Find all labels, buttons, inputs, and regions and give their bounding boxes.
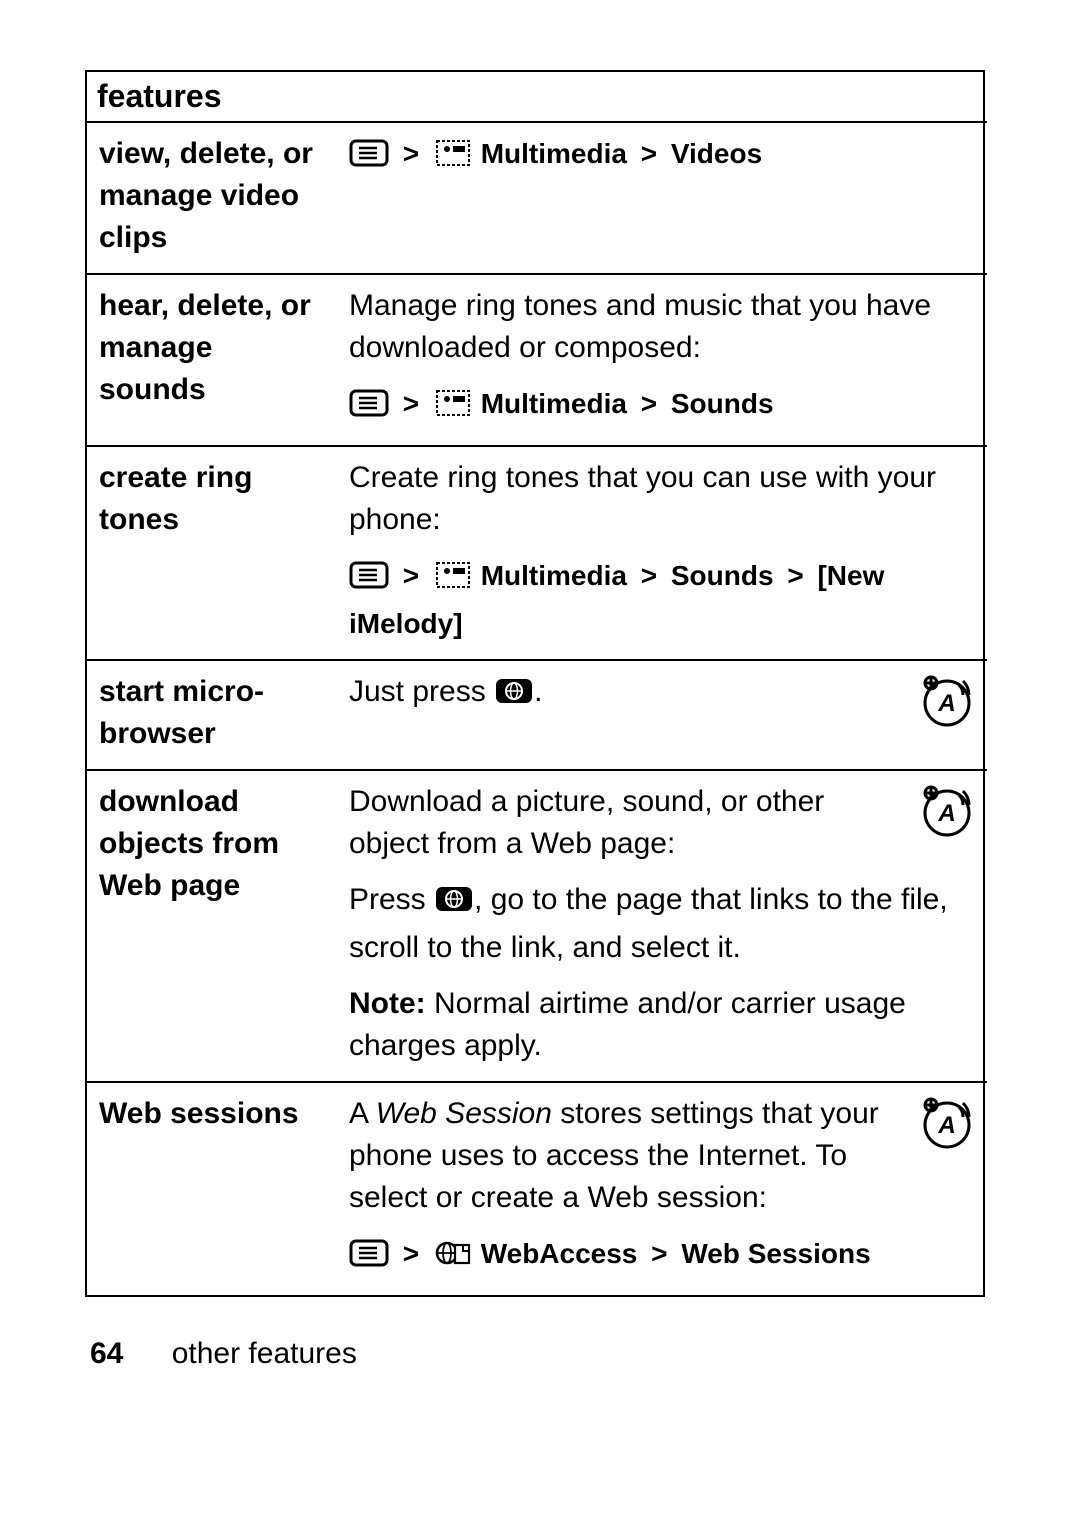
page-number: 64 xyxy=(90,1337,123,1370)
desc-text: Download a picture, sound, or other obje… xyxy=(349,781,975,865)
gt-symbol: > xyxy=(645,1238,673,1269)
feature-desc: A Just press . xyxy=(337,660,987,770)
feature-desc: Create ring tones that you can use with … xyxy=(337,446,987,660)
features-table-frame: features view, delete, or manage video c… xyxy=(85,70,985,1297)
table-row: start micro-browser A Just press . xyxy=(87,660,987,770)
nav-segment: Web Sessions xyxy=(681,1238,870,1269)
nav-segment: Sounds xyxy=(671,560,774,591)
browser-key-icon xyxy=(434,883,474,927)
gt-symbol: > xyxy=(397,560,425,591)
gt-symbol: > xyxy=(397,138,425,169)
gt-symbol: > xyxy=(397,1238,425,1269)
note-body: Normal airtime and/or carrier usage char… xyxy=(349,987,906,1062)
webaccess-icon xyxy=(433,1237,473,1281)
feature-label: download objects from Web page xyxy=(87,770,337,1082)
svg-text:A: A xyxy=(937,1112,955,1139)
feature-desc: Manage ring tones and music that you hav… xyxy=(337,274,987,446)
menu-icon xyxy=(349,387,389,431)
multimedia-icon xyxy=(433,137,473,181)
network-feature-icon: A xyxy=(919,1095,975,1163)
feature-label: hear, delete, or manage sounds xyxy=(87,274,337,446)
nav-path: > Multimedia > Sounds xyxy=(349,383,975,431)
nav-segment: Multimedia xyxy=(481,138,627,169)
table-row: create ring tones Create ring tones that… xyxy=(87,446,987,660)
table-header: features xyxy=(87,72,987,122)
desc-text: . xyxy=(534,675,542,708)
press-pre: Press xyxy=(349,883,434,916)
nav-segment: Multimedia xyxy=(481,560,627,591)
page-footer: 64 other features xyxy=(90,1337,357,1371)
nav-path: > Multimedia > Sounds > [New iMelody] xyxy=(349,555,975,645)
feature-desc: > Multimedia > Videos xyxy=(337,122,987,274)
network-feature-icon: A xyxy=(919,673,975,741)
section-title: other features xyxy=(172,1337,357,1370)
desc-pre: A xyxy=(349,1097,376,1130)
feature-label: Web sessions xyxy=(87,1082,337,1295)
page: features view, delete, or manage video c… xyxy=(0,0,1080,1521)
table-row: hear, delete, or manage sounds Manage ri… xyxy=(87,274,987,446)
multimedia-icon xyxy=(433,387,473,431)
gt-symbol: > xyxy=(635,138,663,169)
menu-icon xyxy=(349,137,389,181)
desc-text: Manage ring tones and music that you hav… xyxy=(349,285,975,369)
multimedia-icon xyxy=(433,559,473,603)
svg-text:A: A xyxy=(937,800,955,827)
nav-path: > Multimedia > Videos xyxy=(349,138,762,169)
browser-key-icon xyxy=(494,675,534,719)
press-line: Press , go to the page that links to the… xyxy=(349,879,975,969)
desc-text: Create ring tones that you can use with … xyxy=(349,457,975,541)
table-row: download objects from Web page A Downloa… xyxy=(87,770,987,1082)
nav-segment: Multimedia xyxy=(481,388,627,419)
gt-symbol: > xyxy=(635,560,663,591)
note-line: Note: Normal airtime and/or carrier usag… xyxy=(349,983,975,1067)
svg-text:A: A xyxy=(937,690,955,717)
feature-desc: A A Web Session stores settings that you… xyxy=(337,1082,987,1295)
nav-segment: WebAccess xyxy=(481,1238,638,1269)
feature-label: view, delete, or manage video clips xyxy=(87,122,337,274)
table-row: view, delete, or manage video clips > Mu… xyxy=(87,122,987,274)
gt-symbol: > xyxy=(635,388,663,419)
desc-ital: Web Session xyxy=(376,1097,552,1130)
feature-desc: A Download a picture, sound, or other ob… xyxy=(337,770,987,1082)
feature-label: create ring tones xyxy=(87,446,337,660)
nav-segment: Sounds xyxy=(671,388,774,419)
nav-path: > WebAccess > Web Sessions xyxy=(349,1233,975,1281)
table-row: Web sessions A A Web Session stores sett… xyxy=(87,1082,987,1295)
gt-symbol: > xyxy=(397,388,425,419)
desc-text: Just press xyxy=(349,675,494,708)
features-table: features view, delete, or manage video c… xyxy=(87,72,987,1295)
gt-symbol: > xyxy=(781,560,809,591)
feature-label: start micro-browser xyxy=(87,660,337,770)
note-label: Note: xyxy=(349,987,426,1020)
menu-icon xyxy=(349,1237,389,1281)
menu-icon xyxy=(349,559,389,603)
nav-segment: Videos xyxy=(671,138,762,169)
network-feature-icon: A xyxy=(919,783,975,851)
